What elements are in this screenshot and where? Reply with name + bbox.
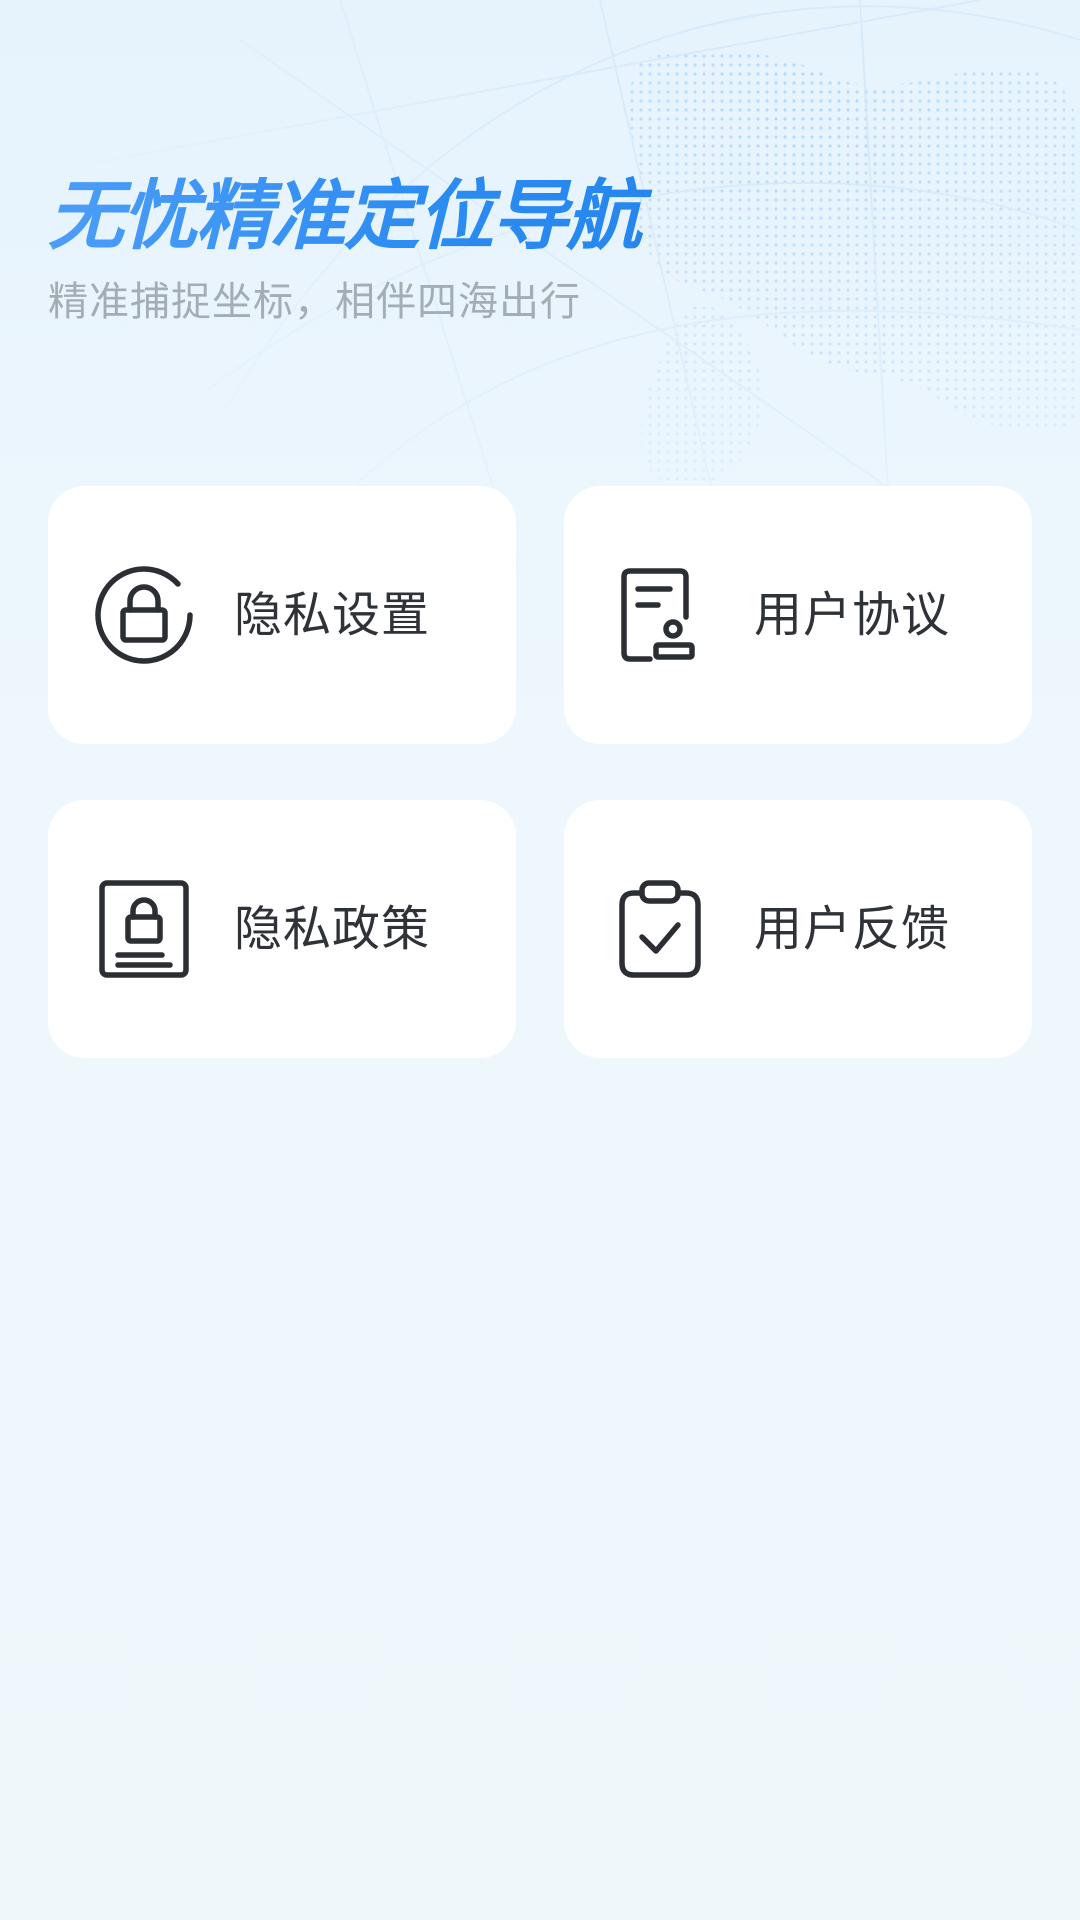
page-subtitle: 精准捕捉坐标，相伴四海出行 [48, 279, 581, 325]
privacy-document-icon [94, 879, 194, 979]
user-agreement-card[interactable]: 用户协议 [564, 486, 1032, 744]
document-stamp-icon [610, 565, 710, 665]
privacy-settings-label: 隐私设置 [234, 587, 431, 643]
privacy-settings-card[interactable]: 隐私设置 [48, 486, 516, 744]
page-title: 无忧精准定位导航 [48, 168, 948, 264]
privacy-policy-card[interactable]: 隐私政策 [48, 800, 516, 1058]
menu-grid: 隐私设置 用户协议 隐私政策 用户反馈 [48, 486, 1032, 1058]
clipboard-check-icon [610, 879, 710, 979]
hero-section: 无忧精准定位导航 精准捕捉坐标，相伴四海出行 [48, 168, 948, 328]
lock-refresh-icon [94, 565, 194, 665]
user-feedback-card[interactable]: 用户反馈 [564, 800, 1032, 1058]
privacy-policy-label: 隐私政策 [234, 901, 431, 957]
user-agreement-label: 用户协议 [754, 587, 951, 643]
user-feedback-label: 用户反馈 [754, 901, 951, 957]
